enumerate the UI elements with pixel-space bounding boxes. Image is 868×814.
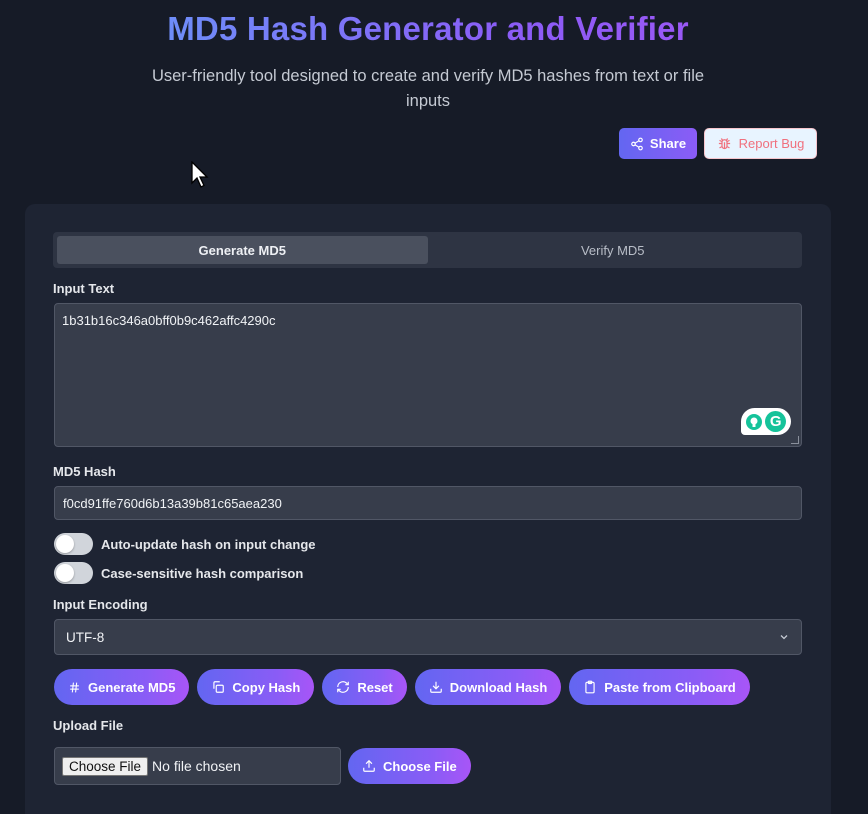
- paste-clipboard-label: Paste from Clipboard: [604, 679, 736, 695]
- reset-label: Reset: [357, 679, 393, 695]
- auto-update-toggle-row: Auto-update hash on input change: [54, 533, 316, 555]
- mode-tabs: Generate MD5 Verify MD5: [53, 232, 802, 268]
- auto-update-toggle[interactable]: [54, 533, 93, 555]
- grammarly-logo-icon: G: [765, 411, 787, 432]
- share-label: Share: [649, 136, 687, 151]
- page: MD5 Hash Generator and Verifier User-fri…: [0, 0, 868, 814]
- reset-button[interactable]: Reset: [322, 669, 407, 705]
- md5-hash-label: MD5 Hash: [53, 464, 116, 479]
- tab-generate-md5[interactable]: Generate MD5: [57, 236, 428, 264]
- md5-hash-value: f0cd91ffe760d6b13a39b81c65aea230: [63, 495, 282, 511]
- page-subtitle: User-friendly tool designed to create an…: [151, 67, 705, 110]
- choose-file-label: Choose File: [383, 758, 457, 774]
- auto-update-label: Auto-update hash on input change: [101, 536, 316, 552]
- copy-hash-label: Copy Hash: [232, 679, 301, 695]
- native-choose-file-button[interactable]: Choose File: [62, 756, 149, 776]
- encoding-selected-value: UTF-8: [66, 629, 105, 645]
- input-text-area[interactable]: 1b31b16c346a0bff0b9c462affc4290c: [54, 303, 802, 447]
- input-encoding-label: Input Encoding: [53, 597, 148, 612]
- copy-icon: [211, 680, 225, 694]
- refresh-icon: [336, 680, 350, 694]
- md5-hash-field[interactable]: f0cd91ffe760d6b13a39b81c65aea230: [54, 486, 802, 520]
- download-icon: [429, 680, 443, 694]
- generate-md5-label: Generate MD5: [88, 679, 176, 695]
- file-status: No file chosen: [152, 758, 241, 774]
- case-sensitive-label: Case-sensitive hash comparison: [101, 565, 304, 581]
- bug-icon: [717, 136, 732, 151]
- mouse-cursor-icon: [190, 161, 210, 189]
- file-input[interactable]: Choose File No file chosen: [54, 747, 341, 785]
- chevron-down-icon: [778, 631, 790, 643]
- input-text-label: Input Text: [53, 281, 115, 296]
- share-icon: [630, 137, 644, 151]
- upload-icon: [362, 759, 376, 773]
- upload-file-label: Upload File: [53, 718, 124, 733]
- copy-hash-button[interactable]: Copy Hash: [197, 669, 315, 705]
- paste-clipboard-button[interactable]: Paste from Clipboard: [569, 669, 750, 705]
- case-sensitive-toggle-row: Case-sensitive hash comparison: [54, 562, 303, 584]
- hash-icon: [68, 681, 81, 694]
- download-hash-label: Download Hash: [449, 679, 548, 695]
- report-bug-label: Report Bug: [738, 136, 805, 151]
- case-sensitive-toggle[interactable]: [54, 562, 93, 584]
- action-buttons: Generate MD5 Copy Hash Reset Download Ha…: [54, 669, 750, 705]
- page-title: MD5 Hash Generator and Verifier: [0, 10, 856, 48]
- clipboard-icon: [583, 680, 597, 694]
- encoding-select[interactable]: UTF-8: [54, 619, 802, 655]
- choose-file-button[interactable]: Choose File: [348, 748, 471, 784]
- share-button[interactable]: Share: [619, 128, 697, 159]
- lightbulb-icon: [745, 413, 762, 430]
- tab-verify-md5[interactable]: Verify MD5: [428, 236, 799, 264]
- resize-handle-icon[interactable]: [791, 436, 799, 444]
- grammarly-widget[interactable]: G: [741, 408, 791, 435]
- input-text-value: 1b31b16c346a0bff0b9c462affc4290c: [62, 313, 276, 328]
- report-bug-button[interactable]: Report Bug: [704, 128, 817, 159]
- download-hash-button[interactable]: Download Hash: [414, 669, 562, 705]
- generate-md5-button[interactable]: Generate MD5: [54, 669, 190, 705]
